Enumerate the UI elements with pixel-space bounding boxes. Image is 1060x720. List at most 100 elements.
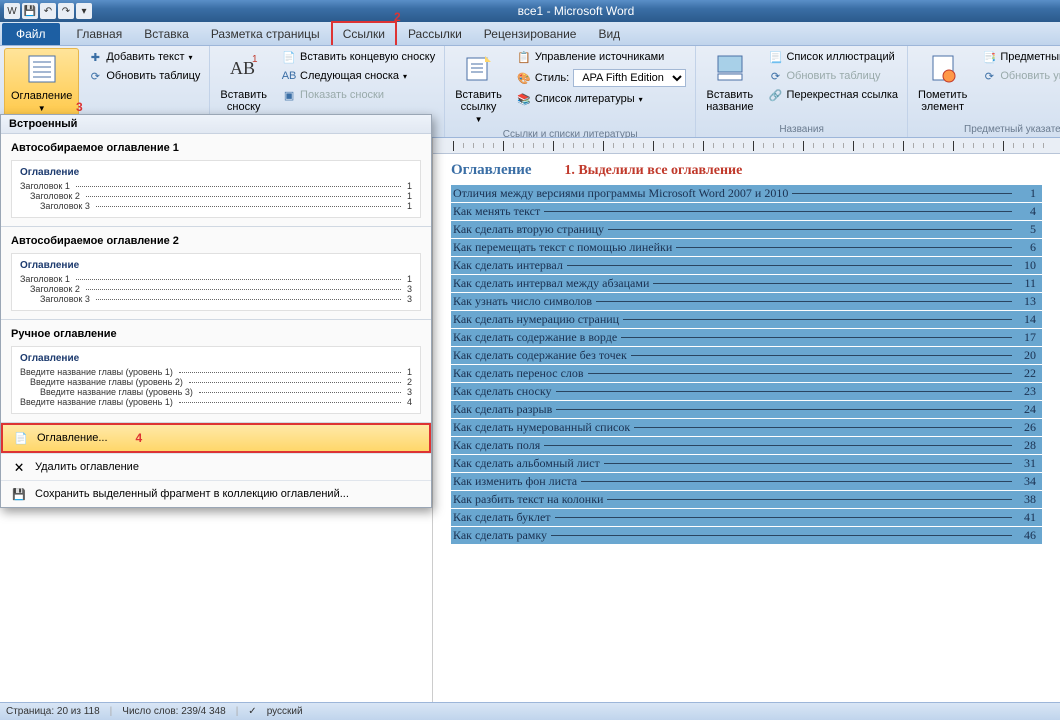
toc-entry[interactable]: Как перемещать текст с помощью линейки6: [451, 239, 1042, 256]
status-language[interactable]: русский: [267, 706, 303, 717]
toc-entry[interactable]: Как сделать содержание без точек20: [451, 347, 1042, 364]
gallery-item-auto1[interactable]: Автособираемое оглавление 1 Оглавление З…: [1, 134, 431, 227]
ribbon-tabs: Файл Главная Вставка Разметка страницы С…: [0, 22, 1060, 46]
cross-reference-button[interactable]: 🔗 Перекрестная ссылка: [763, 86, 903, 104]
toc-entry[interactable]: Как сделать нумерацию страниц14: [451, 311, 1042, 328]
toc-entry[interactable]: Как сделать перенос слов22: [451, 365, 1042, 382]
qat-more-icon[interactable]: ▾: [76, 3, 92, 19]
mark-entry-icon: [927, 52, 959, 87]
next-footnote-button[interactable]: AB Следующая сноска ▾: [277, 67, 440, 85]
chevron-down-icon: ▼: [38, 104, 46, 113]
update-icon: ⟳: [768, 69, 782, 83]
status-page[interactable]: Страница: 20 из 118: [6, 706, 100, 717]
toc-button-label: Оглавление: [11, 90, 72, 102]
toc-entry[interactable]: Как сделать содержание в ворде17: [451, 329, 1042, 346]
insert-index-button[interactable]: 📑 Предметный указатель: [977, 48, 1060, 66]
menu-insert-toc[interactable]: 📄 Оглавление... 4: [1, 423, 431, 453]
tab-review[interactable]: Рецензирование: [473, 22, 588, 45]
citation-icon: [463, 52, 495, 87]
save-icon[interactable]: 💾: [22, 3, 38, 19]
gallery-preview: Оглавление Введите название главы (урове…: [11, 346, 421, 414]
tab-home[interactable]: Главная: [66, 22, 134, 45]
document-page[interactable]: Оглавление 1. Выделили все оглавление От…: [433, 154, 1060, 552]
insert-citation-button[interactable]: Вставить ссылку ▼: [449, 48, 508, 128]
show-footnotes-button: ▣ Показать сноски: [277, 86, 440, 104]
tab-mailings[interactable]: Рассылки: [397, 22, 473, 45]
style-icon: 🎨: [517, 71, 531, 85]
crossref-icon: 🔗: [768, 88, 782, 102]
style-select[interactable]: 🎨 Стиль: APA Fifth Edition: [512, 67, 691, 89]
toc-field-title: Оглавление: [451, 162, 532, 179]
toc-entry[interactable]: Как узнать число символов13: [451, 293, 1042, 310]
toc-entry[interactable]: Как изменить фон листа34: [451, 473, 1042, 490]
chevron-down-icon: ▾: [639, 95, 643, 104]
gallery-item-auto2[interactable]: Автособираемое оглавление 2 Оглавление З…: [1, 227, 431, 320]
tab-file[interactable]: Файл: [2, 23, 60, 45]
toc-entry[interactable]: Как сделать нумерованный список26: [451, 419, 1042, 436]
toc-entry[interactable]: Как сделать разрыв24: [451, 401, 1042, 418]
undo-icon[interactable]: ↶: [40, 3, 56, 19]
document-area: Оглавление 1. Выделили все оглавление От…: [432, 138, 1060, 702]
toc-entry[interactable]: Как сделать интервал10: [451, 257, 1042, 274]
status-words[interactable]: Число слов: 239/4 348: [122, 706, 225, 717]
menu-remove-toc[interactable]: 🗙 Удалить оглавление: [1, 453, 431, 480]
group-label: Предметный указатель: [912, 123, 1060, 136]
index-icon: 📑: [982, 50, 996, 64]
annotation-3: 3: [76, 100, 83, 114]
gallery-item-manual[interactable]: Ручное оглавление Оглавление Введите наз…: [1, 320, 431, 423]
gallery-preview: Оглавление Заголовок 11 Заголовок 21 Заг…: [11, 160, 421, 218]
gallery-preview: Оглавление Заголовок 11 Заголовок 23 Заг…: [11, 253, 421, 311]
style-dropdown[interactable]: APA Fifth Edition: [573, 69, 686, 87]
toc-icon: 📄: [13, 430, 29, 446]
toc-entry[interactable]: Как сделать буклет41: [451, 509, 1042, 526]
group-citations: Вставить ссылку ▼ 📋 Управление источника…: [445, 46, 696, 137]
spell-check-icon[interactable]: ✓: [248, 706, 256, 717]
toc-entry[interactable]: Как разбить текст на колонки38: [451, 491, 1042, 508]
menu-save-selection[interactable]: 💾 Сохранить выделенный фрагмент в коллек…: [1, 480, 431, 507]
mark-entry-button[interactable]: Пометить элемент: [912, 48, 973, 117]
window-title: все1 - Microsoft Word: [96, 4, 1056, 18]
toc-entry[interactable]: Как сделать альбомный лист31: [451, 455, 1042, 472]
horizontal-ruler[interactable]: [433, 138, 1060, 154]
manage-sources-button[interactable]: 📋 Управление источниками: [512, 48, 691, 66]
tab-insert[interactable]: Вставка: [133, 22, 200, 45]
add-text-button[interactable]: ✚ Добавить текст ▾: [83, 48, 205, 66]
group-index: Пометить элемент 📑 Предметный указатель …: [908, 46, 1060, 137]
svg-text:1: 1: [252, 54, 258, 65]
toc-entry[interactable]: Как сделать сноску23: [451, 383, 1042, 400]
insert-footnote-button[interactable]: AB1 Вставить сноску: [214, 48, 273, 117]
endnote-icon: 📄: [282, 50, 296, 64]
figures-list-icon: 📃: [768, 50, 782, 64]
toc-entry[interactable]: Как менять текст4: [451, 203, 1042, 220]
group-label: Названия: [700, 123, 903, 136]
toc-entry[interactable]: Как сделать интервал между абзацами11: [451, 275, 1042, 292]
update-table-figures-button: ⟳ Обновить таблицу: [763, 67, 903, 85]
tab-view[interactable]: Вид: [587, 22, 631, 45]
toc-entry[interactable]: Отличия между версиями программы Microso…: [451, 185, 1042, 202]
group-captions: Вставить название 📃 Список иллюстраций ⟳…: [696, 46, 908, 137]
caption-icon: [714, 52, 746, 87]
insert-endnote-button[interactable]: 📄 Вставить концевую сноску: [277, 48, 440, 66]
update-icon: ⟳: [982, 69, 996, 83]
delete-icon: 🗙: [11, 459, 27, 475]
toc-entry[interactable]: Как сделать рамку46: [451, 527, 1042, 544]
redo-icon[interactable]: ↷: [58, 3, 74, 19]
toc-entry[interactable]: Как сделать вторую страницу5: [451, 221, 1042, 238]
toc-field[interactable]: Отличия между версиями программы Microso…: [451, 185, 1042, 544]
next-footnote-icon: AB: [282, 69, 296, 83]
tab-layout[interactable]: Разметка страницы: [200, 22, 331, 45]
show-footnotes-icon: ▣: [282, 88, 296, 102]
toc-button[interactable]: Оглавление ▼: [4, 48, 79, 118]
table-of-figures-button[interactable]: 📃 Список иллюстраций: [763, 48, 903, 66]
toc-icon: [26, 53, 58, 88]
bibliography-button[interactable]: 📚 Список литературы ▾: [512, 90, 691, 108]
insert-caption-button[interactable]: Вставить название: [700, 48, 759, 117]
annotation-4: 4: [136, 431, 143, 445]
chevron-down-icon: ▾: [403, 72, 407, 81]
update-icon: ⟳: [88, 69, 102, 83]
toc-entry[interactable]: Как сделать поля28: [451, 437, 1042, 454]
annotation-2: 2: [394, 10, 401, 24]
chevron-down-icon: ▾: [189, 53, 193, 62]
tab-references[interactable]: Ссылки: [331, 21, 397, 45]
update-table-button[interactable]: ⟳ Обновить таблицу: [83, 67, 205, 85]
